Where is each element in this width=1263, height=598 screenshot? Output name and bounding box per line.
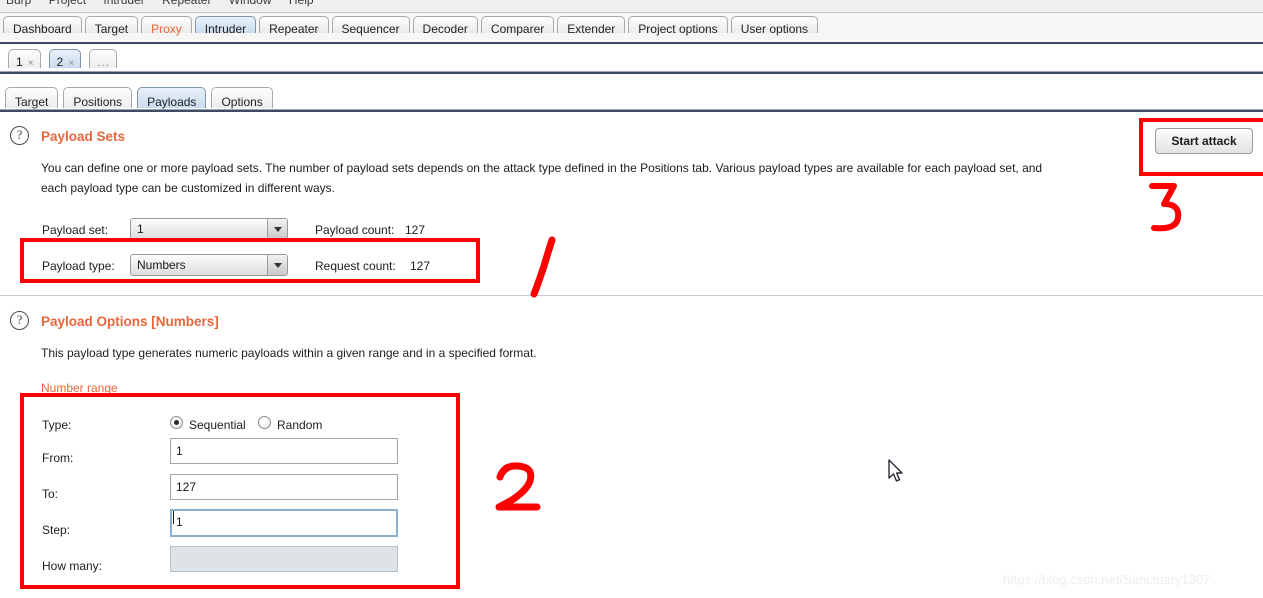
sub-tab-options[interactable]: Options <box>211 87 273 109</box>
attack-tab-strip: 1 × 2 ×... <box>0 44 1263 74</box>
to-input[interactable]: 127 <box>170 474 398 500</box>
attack-tab-1[interactable]: 1 × <box>8 49 41 69</box>
tab-decoder[interactable]: Decoder <box>412 16 478 36</box>
payload-set-dropdown[interactable]: 1 <box>130 218 288 240</box>
chevron-down-icon[interactable] <box>267 219 287 239</box>
tab-user-options[interactable]: User options <box>730 16 819 36</box>
step-input-value: 1 <box>176 515 183 529</box>
request-count-value: 127 <box>410 259 431 273</box>
menu-item-window[interactable]: Window <box>229 0 272 7</box>
sub-tab-strip: Target Positions Payloads Options <box>0 81 1263 112</box>
number-range-group-line <box>41 395 461 396</box>
tab-repeater[interactable]: Repeater <box>259 16 329 36</box>
payloads-panel: ? Payload Sets You can define one or mor… <box>0 113 1263 598</box>
step-input[interactable]: 1 <box>170 509 398 537</box>
tab-sequencer[interactable]: Sequencer <box>331 16 410 36</box>
payload-sets-description-line2: each payload type can be customized in d… <box>41 181 335 195</box>
to-label: To: <box>42 487 59 501</box>
payload-sets-description-line1: You can define one or more payload sets.… <box>41 161 1043 175</box>
tab-extender[interactable]: Extender <box>557 16 626 36</box>
how-many-label: How many: <box>42 559 103 573</box>
type-label: Type: <box>42 418 72 432</box>
section-divider <box>0 295 1263 296</box>
payload-options-description: This payload type generates numeric payl… <box>41 346 537 360</box>
radio-random[interactable] <box>258 416 271 429</box>
radio-sequential[interactable] <box>170 416 183 429</box>
payload-count-value: 127 <box>405 223 426 237</box>
sub-tab-positions[interactable]: Positions <box>63 87 133 109</box>
request-count-label: Request count: <box>315 259 396 273</box>
attack-tab-1-close-icon[interactable]: × <box>28 58 34 69</box>
menu-bar-items: Burp Project Intruder Repeater Window He… <box>6 0 328 7</box>
tab-intruder[interactable]: Intruder <box>194 16 257 36</box>
radio-random-label: Random <box>277 418 323 432</box>
payload-options-help-icon[interactable]: ? <box>10 311 29 330</box>
watermark: https://blog.csdn.net/Sanctuary1307 <box>1003 572 1211 587</box>
payload-type-dropdown[interactable]: Numbers <box>130 254 288 276</box>
to-input-value: 127 <box>176 480 197 494</box>
tab-project-options[interactable]: Project options <box>628 16 728 36</box>
burp-suite-window: Burp Project Intruder Repeater Window He… <box>0 0 1263 598</box>
menu-item-burp[interactable]: Burp <box>6 0 31 7</box>
chevron-down-icon[interactable] <box>267 255 287 275</box>
attack-tab-2[interactable]: 2 × <box>48 49 82 69</box>
sub-tab-payloads[interactable]: Payloads <box>137 87 207 109</box>
payload-set-label: Payload set: <box>42 223 109 237</box>
attack-tab-1-label: 1 <box>16 55 23 69</box>
start-attack-button[interactable]: Start attack <box>1155 128 1253 154</box>
attack-tab-2-close-icon[interactable]: × <box>68 58 74 69</box>
tab-target[interactable]: Target <box>84 16 139 36</box>
payload-count-label: Payload count: <box>315 223 395 237</box>
menu-item-project[interactable]: Project <box>49 0 86 7</box>
menu-item-repeater[interactable]: Repeater <box>162 0 211 7</box>
from-input-value: 1 <box>176 444 183 458</box>
sub-tab-target[interactable]: Target <box>5 87 59 109</box>
main-tab-strip: Dashboard Target Proxy Intruder Repeater Sequ… <box>0 13 1263 44</box>
attack-tab-more[interactable]: ... <box>89 49 118 69</box>
tab-proxy[interactable]: Proxy <box>141 16 192 36</box>
number-range-group-label: Number range <box>41 381 118 395</box>
from-label: From: <box>42 451 74 465</box>
tab-comparer[interactable]: Comparer <box>480 16 555 36</box>
attack-tab-divider <box>0 71 1263 74</box>
tab-dashboard[interactable]: Dashboard <box>3 16 82 36</box>
sub-tab-divider <box>0 109 1263 112</box>
from-input[interactable]: 1 <box>170 438 398 464</box>
payload-options-title: Payload Options [Numbers] <box>41 314 219 329</box>
radio-sequential-label: Sequential <box>189 418 246 432</box>
step-label: Step: <box>42 523 71 537</box>
payload-sets-title: Payload Sets <box>41 129 126 144</box>
payload-type-label: Payload type: <box>42 259 115 273</box>
how-many-input <box>170 546 398 572</box>
attack-tab-2-label: 2 <box>56 55 64 69</box>
payload-type-value: Numbers <box>137 258 186 272</box>
payload-sets-help-icon[interactable]: ? <box>10 126 29 145</box>
menu-bar: Burp Project Intruder Repeater Window He… <box>0 0 1263 13</box>
menu-item-help[interactable]: Help <box>289 0 314 7</box>
payload-set-value: 1 <box>137 222 144 236</box>
text-caret <box>173 511 174 524</box>
menu-item-intruder[interactable]: Intruder <box>103 0 144 7</box>
